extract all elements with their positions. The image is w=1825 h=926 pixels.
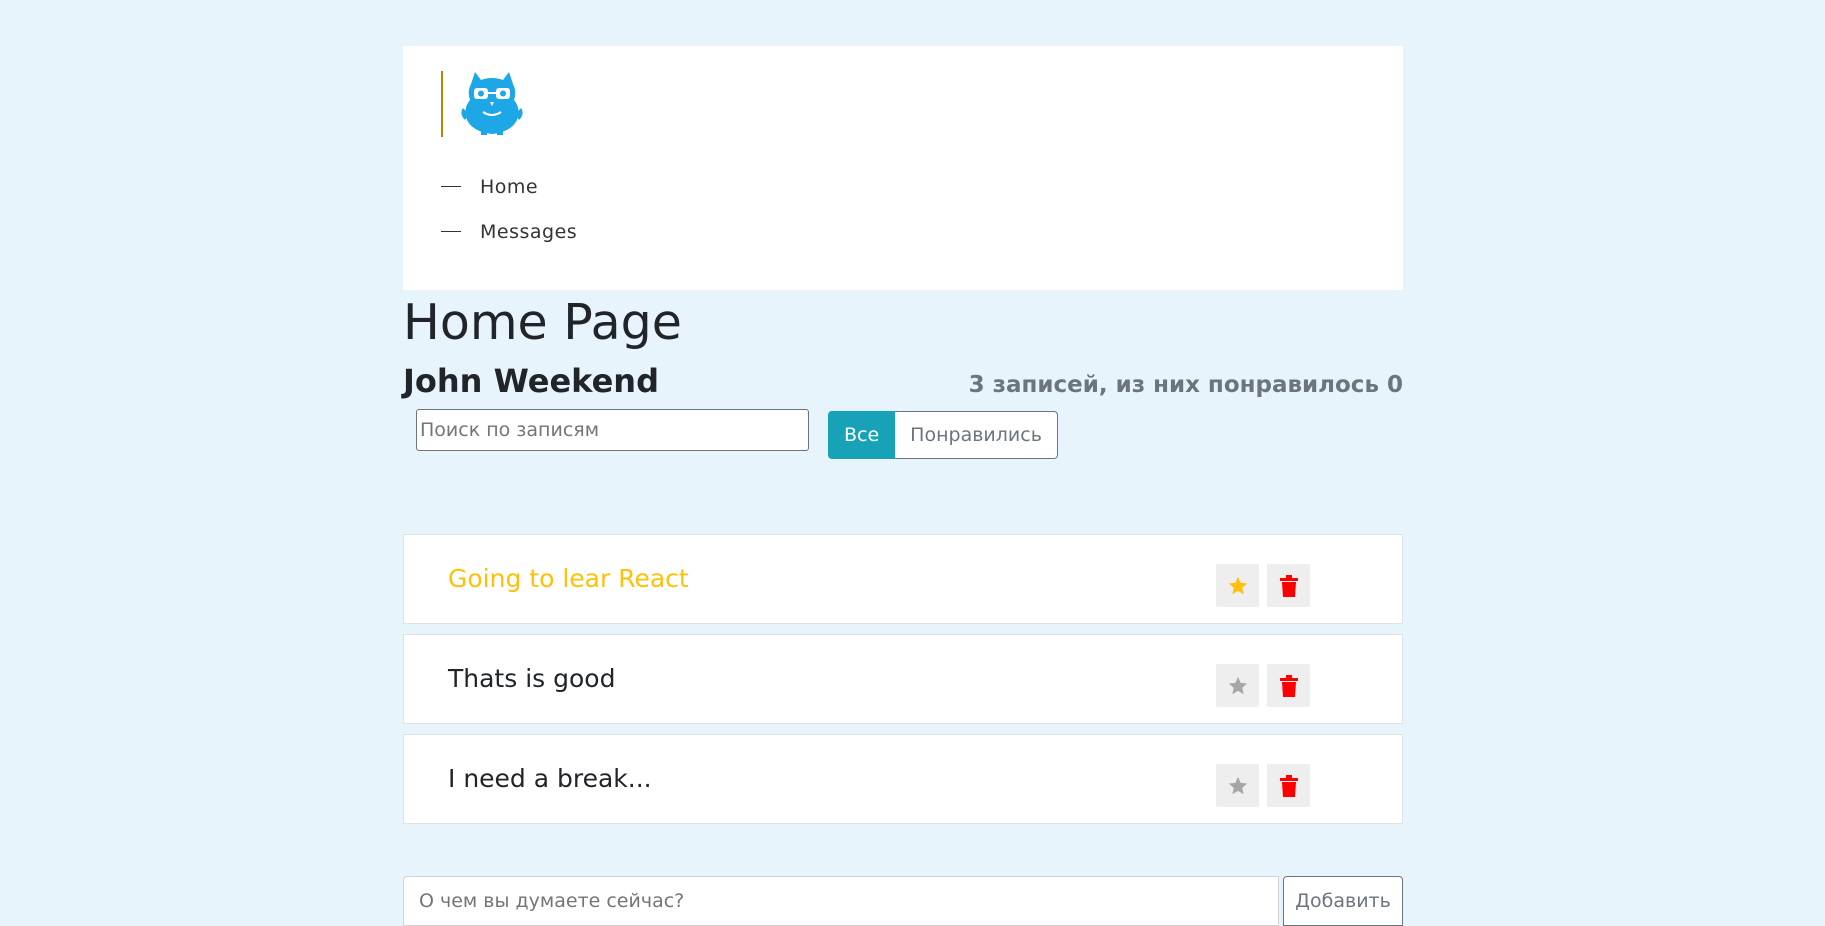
trash-icon [1279,574,1298,597]
star-button[interactable] [1216,764,1259,807]
post-list: Going to lear React Thats is good I need… [403,534,1403,834]
search-input[interactable] [416,409,809,451]
user-name: John Weekend [403,362,659,400]
filter-group: Все Понравились [828,411,1058,459]
trash-icon [1279,674,1298,697]
delete-button[interactable] [1267,664,1310,707]
star-button[interactable] [1216,564,1259,607]
add-post-button[interactable]: Добавить [1283,876,1403,926]
post-list-item: Thats is good [403,634,1403,724]
post-actions [1216,664,1310,707]
nav-link-messages[interactable]: Messages [480,221,577,243]
main-nav: Home Messages [441,164,577,254]
new-post-input[interactable] [403,876,1279,926]
nav-dash [441,231,461,232]
nav-dash [441,186,461,187]
filter-liked-button[interactable]: Понравились [895,411,1058,459]
owl-logo-icon[interactable] [457,68,527,138]
post-label[interactable]: I need a break... [448,735,652,823]
logo-divider [441,71,443,137]
post-actions [1216,564,1310,607]
add-post-form: Добавить [403,876,1403,926]
header: Home Messages [403,46,1403,290]
trash-icon [1279,774,1298,797]
nav-link-home[interactable]: Home [480,176,538,198]
star-icon [1228,576,1247,594]
post-actions [1216,764,1310,807]
star-icon [1228,776,1247,794]
post-list-item: I need a break... [403,734,1403,824]
post-list-item: Going to lear React [403,534,1403,624]
post-label[interactable]: Going to lear React [448,535,689,623]
filter-all-button[interactable]: Все [828,411,896,459]
nav-item-messages: Messages [441,209,577,254]
post-label[interactable]: Thats is good [448,635,615,723]
star-icon [1228,676,1247,694]
post-stats: 3 записей, из них понравилось 0 [968,372,1403,398]
nav-item-home: Home [441,164,577,209]
star-button[interactable] [1216,664,1259,707]
page-title: Home Page [403,294,682,351]
delete-button[interactable] [1267,564,1310,607]
delete-button[interactable] [1267,764,1310,807]
app-root: Home Messages Home Page John Weekend 3 з… [403,46,1403,926]
